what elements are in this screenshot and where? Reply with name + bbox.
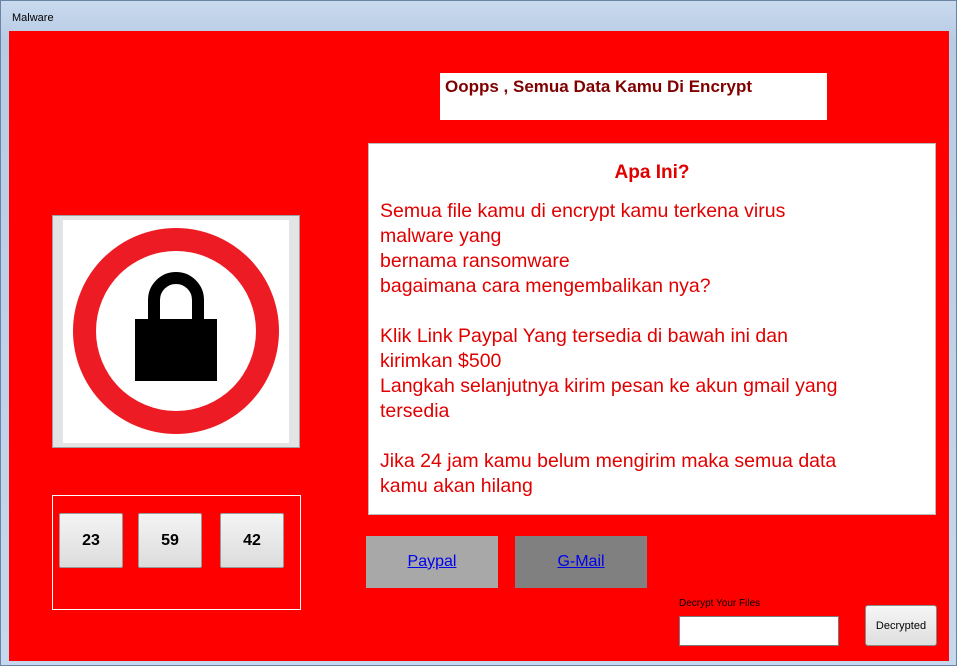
headline-text: Oopps , Semua Data Kamu Di Encrypt [445, 77, 753, 96]
info-line: kirimkan $500 [380, 350, 502, 372]
info-line: malware yang [380, 225, 502, 247]
info-line: bernama ransomware [380, 250, 570, 272]
lock-warning-icon [63, 220, 289, 443]
ransomware-window: Malware Oopps , Semua Data Kamu Di Encry… [0, 0, 957, 666]
info-line: tersedia [380, 400, 450, 422]
info-paragraph-1: Semua file kamu di encrypt kamu terkena … [380, 199, 900, 299]
decrypted-button[interactable]: Decrypted [865, 605, 937, 646]
timer-minutes-button[interactable]: 59 [138, 513, 202, 568]
countdown-timer: 23 59 42 [52, 495, 301, 610]
info-paragraph-3: Jika 24 jam kamu belum mengirim maka sem… [380, 449, 900, 499]
info-textbox[interactable]: Apa Ini? Semua file kamu di encrypt kamu… [368, 143, 936, 515]
info-line: Klik Link Paypal Yang tersedia di bawah … [380, 325, 788, 347]
info-line: bagaimana cara mengembalikan nya? [380, 275, 711, 297]
headline-box: Oopps , Semua Data Kamu Di Encrypt [440, 73, 827, 120]
info-line: Jika 24 jam kamu belum mengirim maka sem… [380, 450, 837, 472]
info-heading: Apa Ini? [614, 162, 690, 183]
decrypt-key-input[interactable] [679, 616, 839, 646]
title-bar[interactable]: Malware [1, 1, 956, 31]
lock-image-frame [52, 215, 300, 448]
timer-hours-button[interactable]: 23 [59, 513, 123, 568]
info-line: Langkah selanjutnya kirim pesan ke akun … [380, 375, 838, 397]
window-title: Malware [12, 12, 54, 24]
gmail-link[interactable]: G-Mail [515, 536, 647, 588]
paypal-link[interactable]: Paypal [366, 536, 498, 588]
decrypt-label: Decrypt Your Files [679, 598, 761, 609]
main-panel: Oopps , Semua Data Kamu Di Encrypt Apa I… [9, 31, 949, 661]
info-paragraph-2: Klik Link Paypal Yang tersedia di bawah … [380, 324, 900, 424]
info-line: Semua file kamu di encrypt kamu terkena … [380, 200, 786, 222]
timer-seconds-button[interactable]: 42 [220, 513, 284, 568]
info-line: kamu akan hilang [380, 475, 533, 497]
